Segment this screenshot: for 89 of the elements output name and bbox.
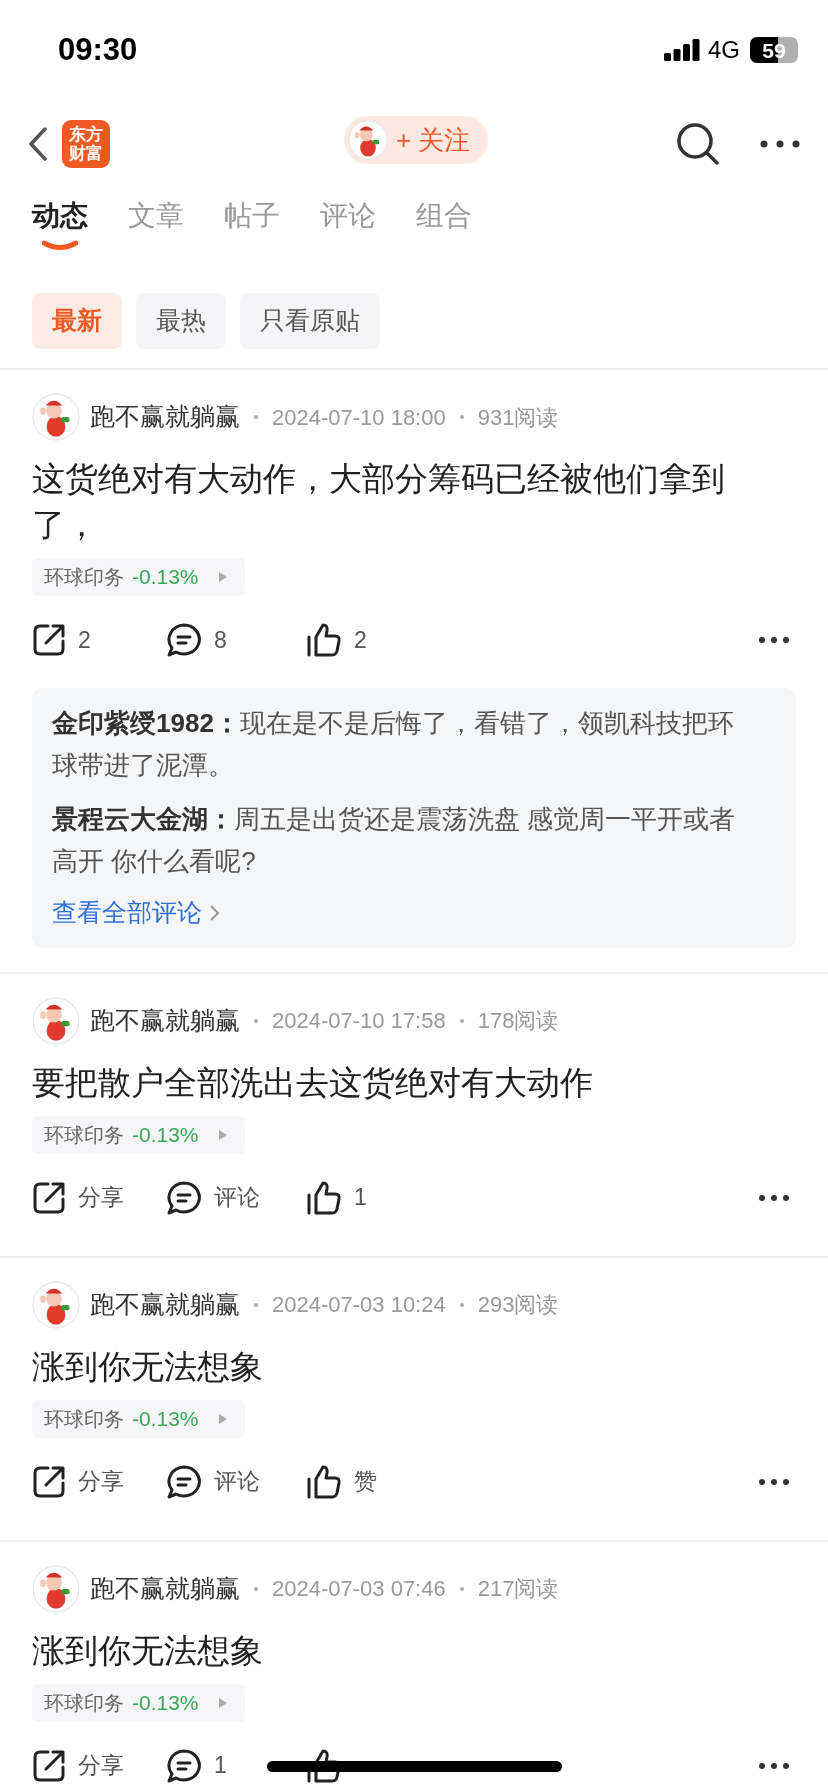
read-count: 931阅读 xyxy=(477,403,559,432)
comment-icon xyxy=(166,1180,202,1215)
stock-change: -0.13% xyxy=(132,1689,199,1716)
chevron-right-icon xyxy=(210,904,219,921)
action-label: 评论 xyxy=(214,1467,260,1497)
post-text[interactable]: 涨到你无法想象 xyxy=(32,1343,796,1390)
author-name[interactable]: 跑不赢就躺赢 xyxy=(90,1001,240,1040)
stock-tag[interactable]: 环球印务 -0.13% xyxy=(32,558,245,596)
comment-icon xyxy=(166,623,202,657)
like-button[interactable]: 1 xyxy=(306,1179,426,1216)
stock-name: 环球印务 xyxy=(44,1406,124,1432)
more-icon[interactable] xyxy=(758,1193,790,1202)
post-text[interactable]: 要把散户全部洗出去这货绝对有大动作 xyxy=(32,1059,796,1106)
more-icon[interactable] xyxy=(758,1761,790,1770)
comment-button[interactable]: 8 xyxy=(166,622,306,658)
play-arrow-icon xyxy=(218,1129,227,1140)
action-label: 2 xyxy=(78,625,91,655)
play-arrow-icon xyxy=(218,1413,227,1424)
share-icon xyxy=(32,1748,66,1783)
share-button[interactable]: 分享 xyxy=(32,1748,166,1783)
read-count: 217阅读 xyxy=(477,1575,559,1603)
post-time: 2024-07-10 18:00 xyxy=(272,403,446,432)
stock-name: 环球印务 xyxy=(44,565,124,590)
post-time: 2024-07-10 17:58 xyxy=(272,1007,446,1035)
avatar-icon xyxy=(32,996,80,1045)
comment-button[interactable]: 评论 xyxy=(166,1180,306,1215)
comment-icon xyxy=(166,1748,202,1783)
view-all-comments-link[interactable]: 查看全部评论 xyxy=(52,894,219,932)
more-icon[interactable] xyxy=(758,636,790,644)
stock-change: -0.13% xyxy=(132,1405,199,1432)
signal-icon xyxy=(664,39,700,61)
like-button[interactable]: 2 xyxy=(306,622,426,658)
like-button[interactable]: 赞 xyxy=(306,1463,426,1500)
action-label: 8 xyxy=(214,625,227,655)
play-arrow-icon xyxy=(218,1697,227,1708)
stock-name: 环球印务 xyxy=(44,1122,124,1148)
play-arrow-icon xyxy=(218,572,227,582)
stock-tag[interactable]: 环球印务 -0.13% xyxy=(32,1683,245,1722)
search-icon[interactable] xyxy=(676,122,720,166)
network-label: 4G xyxy=(708,35,740,65)
thumbs-up-icon xyxy=(306,1179,342,1216)
stock-tag[interactable]: 环球印务 -0.13% xyxy=(32,1399,245,1438)
tab[interactable]: 动态 xyxy=(32,196,88,236)
stock-change: -0.13% xyxy=(132,1121,199,1148)
logo-text: 东方财富 xyxy=(68,125,104,163)
back-icon[interactable] xyxy=(28,127,48,161)
filter-chip[interactable]: 只看原贴 xyxy=(240,293,380,349)
post-time: 2024-07-03 10:24 xyxy=(272,1291,446,1319)
comment-button[interactable]: 1 xyxy=(166,1748,306,1783)
stock-tag[interactable]: 环球印务 -0.13% xyxy=(32,1115,245,1154)
action-label: 评论 xyxy=(214,1183,260,1213)
avatar-icon xyxy=(32,393,80,441)
share-icon xyxy=(32,1464,66,1499)
action-label: 2 xyxy=(354,625,367,655)
status-time: 09:30 xyxy=(58,30,138,69)
author-name[interactable]: 跑不赢就躺赢 xyxy=(90,1285,240,1324)
stock-name: 环球印务 xyxy=(44,1690,124,1716)
post-text[interactable]: 这货绝对有大动作，大部分筹码已经被他们拿到了， xyxy=(32,456,796,548)
action-label: 1 xyxy=(214,1751,227,1781)
action-label: 1 xyxy=(354,1183,367,1213)
share-icon xyxy=(32,1180,66,1215)
author-name[interactable]: 跑不赢就躺赢 xyxy=(90,398,240,436)
share-button[interactable]: 2 xyxy=(32,622,166,658)
post-text[interactable]: 涨到你无法想象 xyxy=(32,1627,796,1674)
action-label: 分享 xyxy=(78,1183,124,1213)
comment-text[interactable]: 景程云大金湖：周五是出货还是震荡洗盘 感觉周一平开或者高开 你什么看呢? xyxy=(52,798,752,882)
share-button[interactable]: 分享 xyxy=(32,1180,166,1215)
more-icon[interactable] xyxy=(760,140,800,148)
share-icon xyxy=(32,623,66,657)
action-label: 分享 xyxy=(78,1467,124,1497)
filter-chip[interactable]: 最热 xyxy=(136,293,226,349)
stock-change: -0.13% xyxy=(132,564,199,591)
comment-button[interactable]: 评论 xyxy=(166,1464,306,1499)
avatar-icon xyxy=(348,120,388,160)
comment-icon xyxy=(166,1464,202,1499)
action-label: 分享 xyxy=(78,1751,124,1781)
author-name[interactable]: 跑不赢就躺赢 xyxy=(90,1569,240,1608)
read-count: 293阅读 xyxy=(477,1291,559,1319)
avatar-icon xyxy=(32,1564,80,1613)
thumbs-up-icon xyxy=(306,622,342,658)
avatar-icon xyxy=(32,1280,80,1329)
read-count: 178阅读 xyxy=(477,1007,559,1035)
thumbs-up-icon xyxy=(306,1463,342,1500)
comment-text[interactable]: 金印紫绶1982：现在是不是后悔了，看错了，领凯科技把环球带进了泥潭。 xyxy=(52,702,752,786)
share-button[interactable]: 分享 xyxy=(32,1464,166,1499)
tab-underline xyxy=(42,240,78,252)
post-time: 2024-07-03 07:46 xyxy=(272,1575,446,1603)
more-icon[interactable] xyxy=(758,1477,790,1486)
action-label: 赞 xyxy=(354,1467,377,1497)
